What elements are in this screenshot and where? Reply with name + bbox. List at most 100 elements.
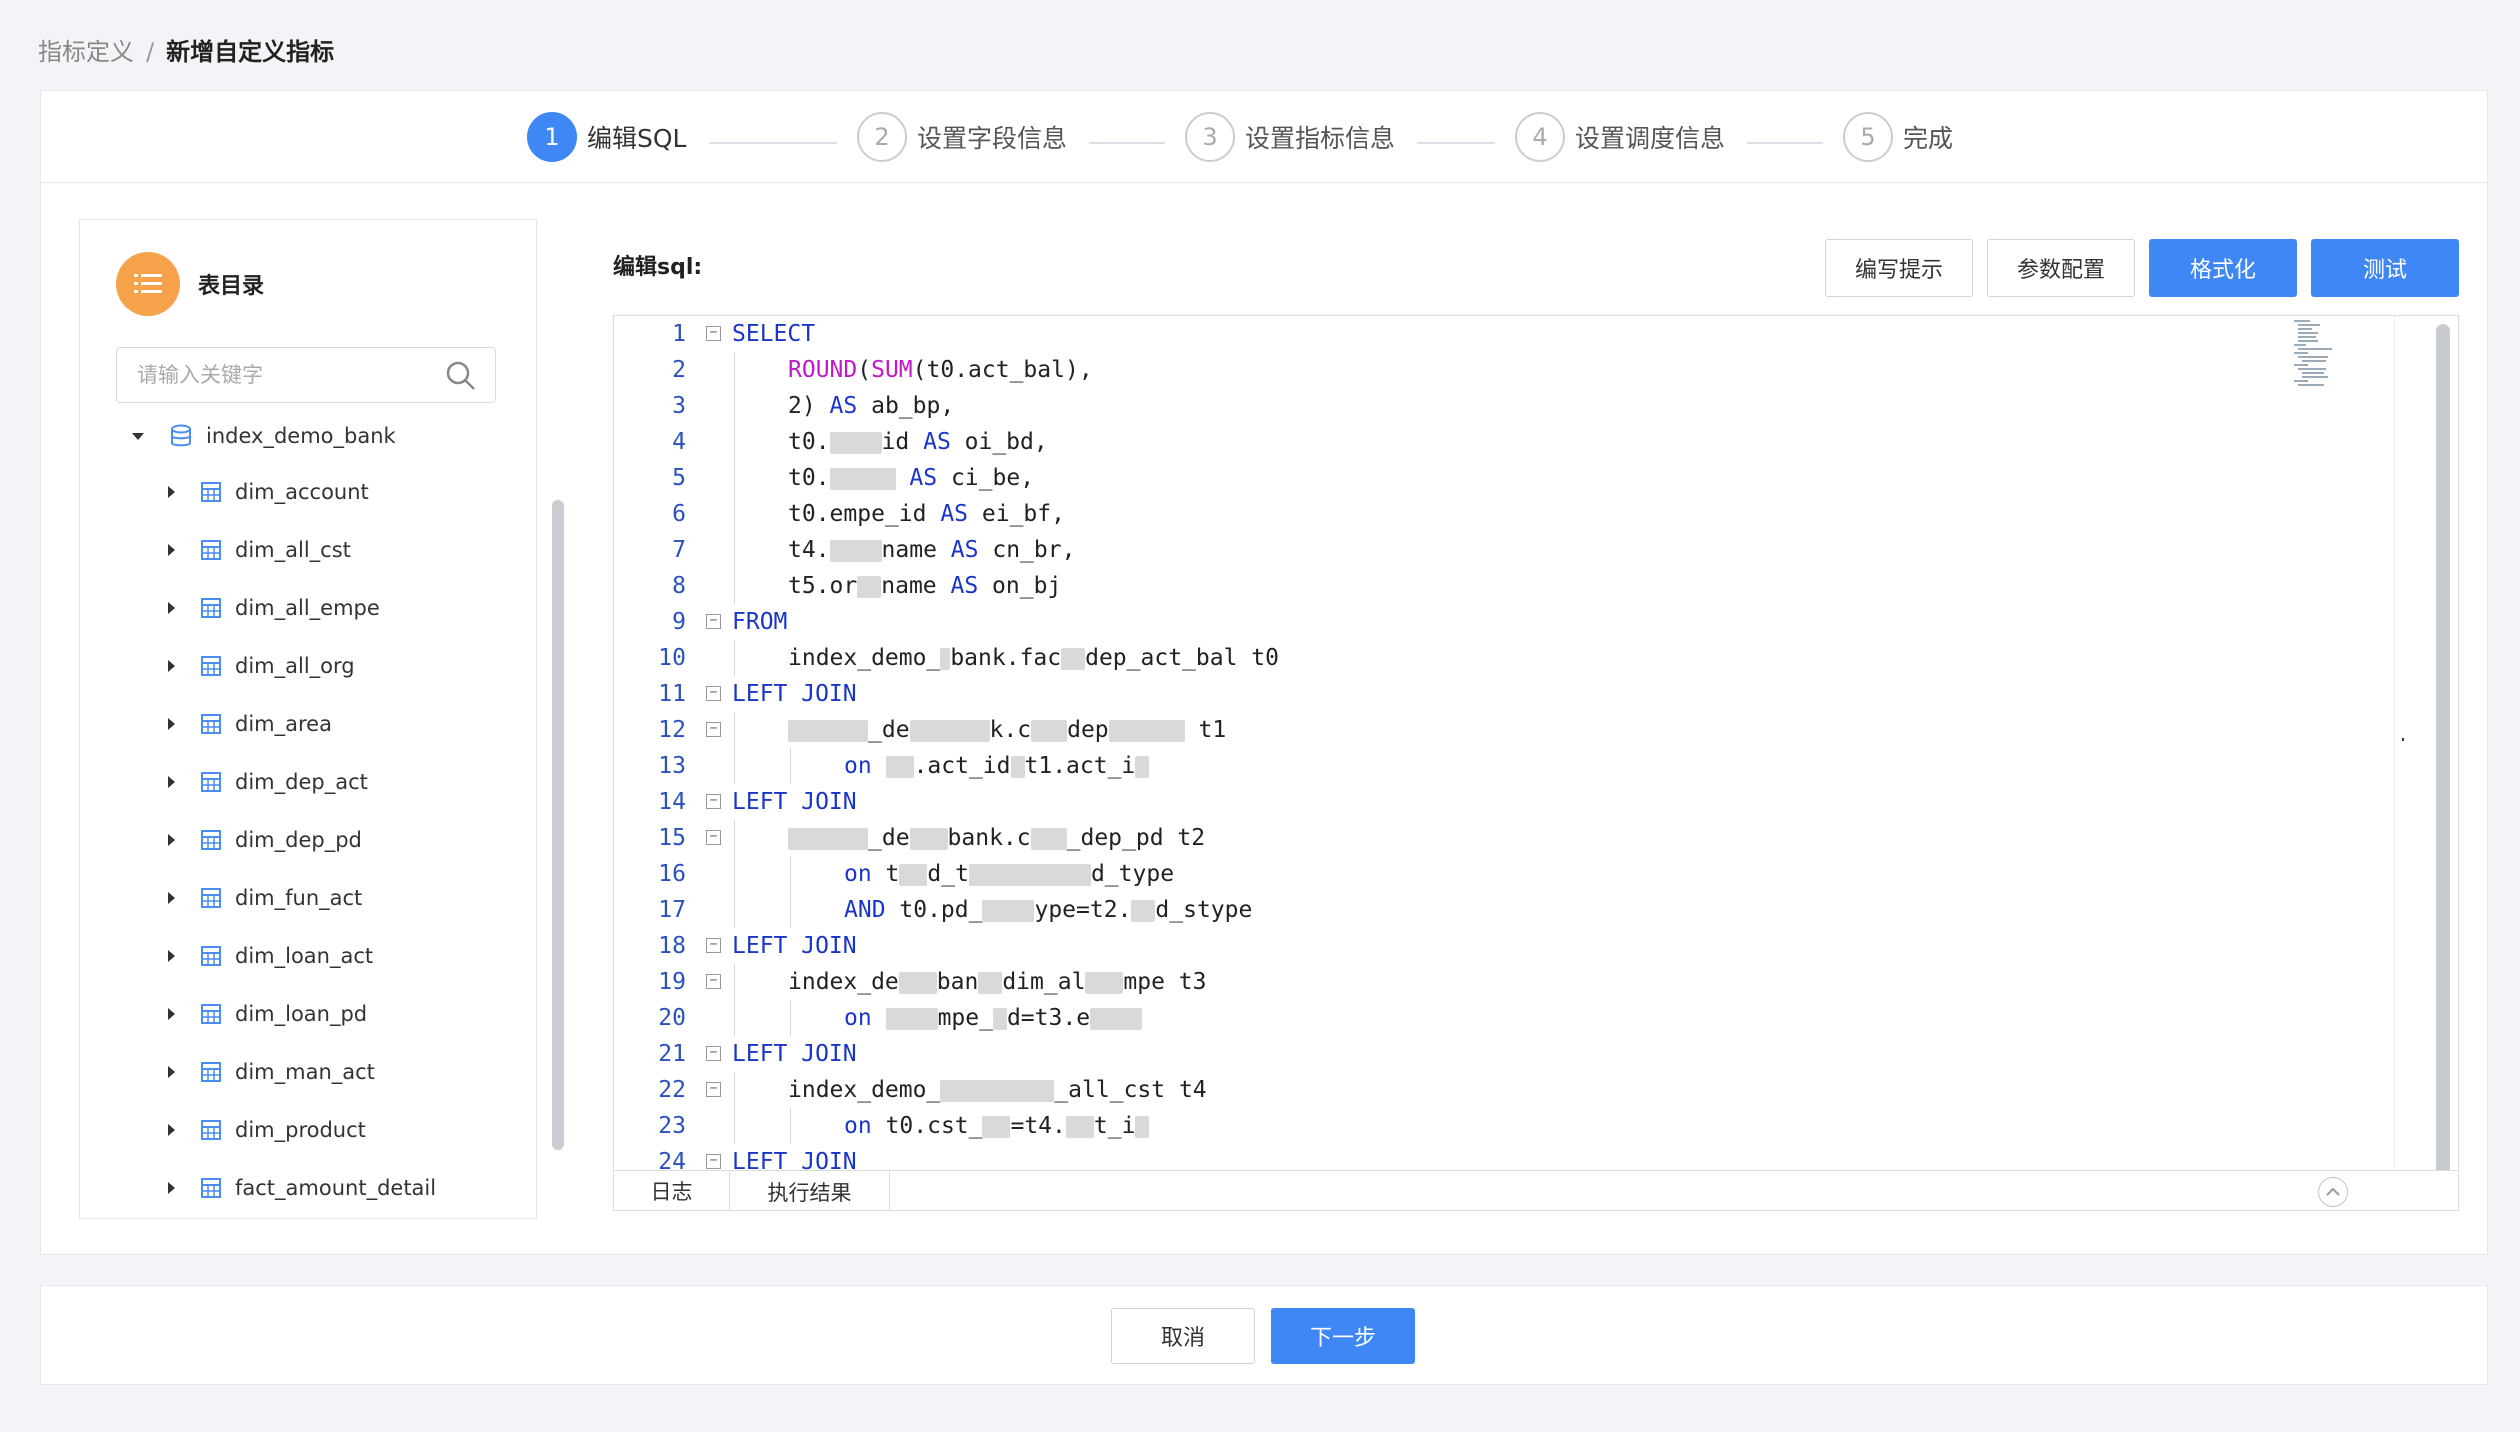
step-number: 5 [1843, 112, 1893, 162]
caret-right-icon[interactable] [168, 834, 175, 846]
caret-right-icon[interactable] [168, 1182, 175, 1194]
tree-node-table[interactable]: dim_loan_pd [168, 994, 367, 1034]
caret-right-icon[interactable] [168, 1008, 175, 1020]
tree-node-table[interactable]: dim_account [168, 472, 369, 512]
cancel-button[interactable]: 取消 [1111, 1308, 1255, 1364]
fold-icon[interactable]: − [706, 1154, 721, 1169]
step-field-info[interactable]: 2 设置字段信息 [857, 111, 1067, 163]
search-icon[interactable] [445, 360, 477, 396]
fold-icon[interactable]: − [706, 974, 721, 989]
sql-text: _de [868, 825, 910, 851]
fold-icon[interactable]: − [706, 722, 721, 737]
format-button[interactable]: 格式化 [2149, 239, 2297, 297]
chevron-up-icon[interactable] [2318, 1177, 2348, 1207]
code-minimap[interactable] [2294, 318, 2334, 388]
step-connector [1089, 142, 1165, 144]
editor-scrollbar[interactable] [2436, 324, 2450, 1210]
tree-scrollbar[interactable] [552, 500, 564, 1150]
line-number: 15 [658, 825, 686, 851]
caret-right-icon[interactable] [168, 1124, 175, 1136]
sql-code-editor[interactable]: 1− SELECT 2 ROUND(SUM(t0.act_bal), 3 2) AS … [613, 315, 2459, 1211]
fold-icon[interactable]: − [706, 794, 721, 809]
breadcrumb-parent[interactable]: 指标定义 [38, 38, 134, 66]
list-icon [116, 252, 180, 316]
caret-right-icon[interactable] [168, 950, 175, 962]
code-line: 4 t0. id AS oi_bd, [614, 424, 2404, 460]
tree-node-label: dim_all_cst [235, 538, 351, 562]
tree-node-table[interactable]: dim_area [168, 704, 332, 744]
fold-icon[interactable]: − [706, 830, 721, 845]
tree-node-table[interactable]: dim_dep_act [168, 762, 368, 802]
writing-hint-button[interactable]: 编写提示 [1825, 239, 1973, 297]
tree-node-table[interactable]: dim_all_cst [168, 530, 351, 570]
tree-node-table[interactable]: dim_product [168, 1110, 366, 1150]
tree-node-database[interactable]: index_demo_bank [132, 416, 396, 456]
sql-text: dim_al [1002, 969, 1086, 995]
table-icon [201, 772, 221, 792]
caret-right-icon[interactable] [168, 602, 175, 614]
step-done[interactable]: 5 完成 [1843, 111, 1953, 163]
sql-text: t_i [1093, 1113, 1136, 1139]
sql-text: name [881, 573, 951, 599]
fold-icon[interactable]: − [706, 1082, 721, 1097]
table-icon [201, 888, 221, 908]
sql-keyword: AS [829, 393, 858, 419]
step-edit-sql[interactable]: 1 编辑SQL [527, 111, 686, 163]
fold-icon[interactable]: − [706, 686, 721, 701]
sql-text: ( [857, 357, 872, 383]
tree-node-table[interactable]: dim_fun_act [168, 878, 362, 918]
tree-node-label: dim_all_org [235, 654, 355, 678]
caret-right-icon[interactable] [168, 892, 175, 904]
caret-right-icon[interactable] [168, 776, 175, 788]
fold-icon[interactable]: − [706, 326, 721, 341]
line-number: 2 [672, 357, 686, 383]
fold-icon[interactable]: − [706, 1046, 721, 1061]
code-line: 22 − index_demo_ _all_cst t4 [614, 1072, 2404, 1108]
tree-node-table[interactable]: fact_amount_detail [168, 1168, 436, 1206]
code-line: 14 − LEFT JOIN [614, 784, 2404, 820]
caret-right-icon[interactable] [168, 486, 175, 498]
line-number: 17 [658, 897, 686, 923]
redacted-text [885, 1007, 938, 1030]
tree-node-table[interactable]: dim_all_org [168, 646, 355, 686]
redacted-text [1061, 647, 1086, 670]
step-label: 完成 [1903, 124, 1954, 153]
code-area[interactable]: 1− SELECT 2 ROUND(SUM(t0.act_bal), 3 2) AS … [614, 316, 2404, 1170]
fold-icon[interactable]: − [706, 614, 721, 629]
tree-node-table[interactable]: dim_loan_act [168, 936, 373, 976]
sql-function: SUM [871, 357, 913, 383]
step-schedule-info[interactable]: 4 设置调度信息 [1515, 111, 1725, 163]
cursor-marker [2402, 738, 2404, 741]
redacted-text [1065, 1115, 1094, 1138]
fold-icon[interactable]: − [706, 938, 721, 953]
sql-keyword: AS [950, 537, 979, 563]
caret-right-icon[interactable] [168, 660, 175, 672]
caret-down-icon[interactable] [132, 432, 144, 440]
code-line: 18 − LEFT JOIN [614, 928, 2404, 964]
sql-text: 2) [788, 393, 830, 419]
tree-node-table[interactable]: dim_all_empe [168, 588, 380, 628]
caret-right-icon[interactable] [168, 1066, 175, 1078]
sql-keyword: AS [950, 573, 979, 599]
table-search-input[interactable] [117, 348, 417, 402]
code-line: 20 on mpe_ d=t3.e [614, 1000, 2404, 1036]
table-icon [201, 1120, 221, 1140]
caret-right-icon[interactable] [168, 544, 175, 556]
step-number: 1 [527, 112, 577, 162]
sql-text: t [871, 861, 900, 887]
param-config-button[interactable]: 参数配置 [1987, 239, 2135, 297]
redacted-text [788, 827, 868, 850]
next-step-button[interactable]: 下一步 [1271, 1308, 1415, 1364]
tab-execution-result[interactable]: 执行结果 [730, 1171, 890, 1210]
sql-text: t0.pd_ [885, 897, 983, 923]
code-line: 23 on t0.cst_ =t4. t_i [614, 1108, 2404, 1144]
caret-right-icon[interactable] [168, 718, 175, 730]
tab-log[interactable]: 日志 [614, 1171, 730, 1210]
sql-text: index_de [788, 969, 899, 995]
test-button[interactable]: 测试 [2311, 239, 2459, 297]
step-metric-info[interactable]: 3 设置指标信息 [1185, 111, 1395, 163]
sql-keyword: AS [940, 501, 969, 527]
line-number: 3 [672, 393, 686, 419]
tree-node-table[interactable]: dim_man_act [168, 1052, 375, 1092]
tree-node-table[interactable]: dim_dep_pd [168, 820, 362, 860]
